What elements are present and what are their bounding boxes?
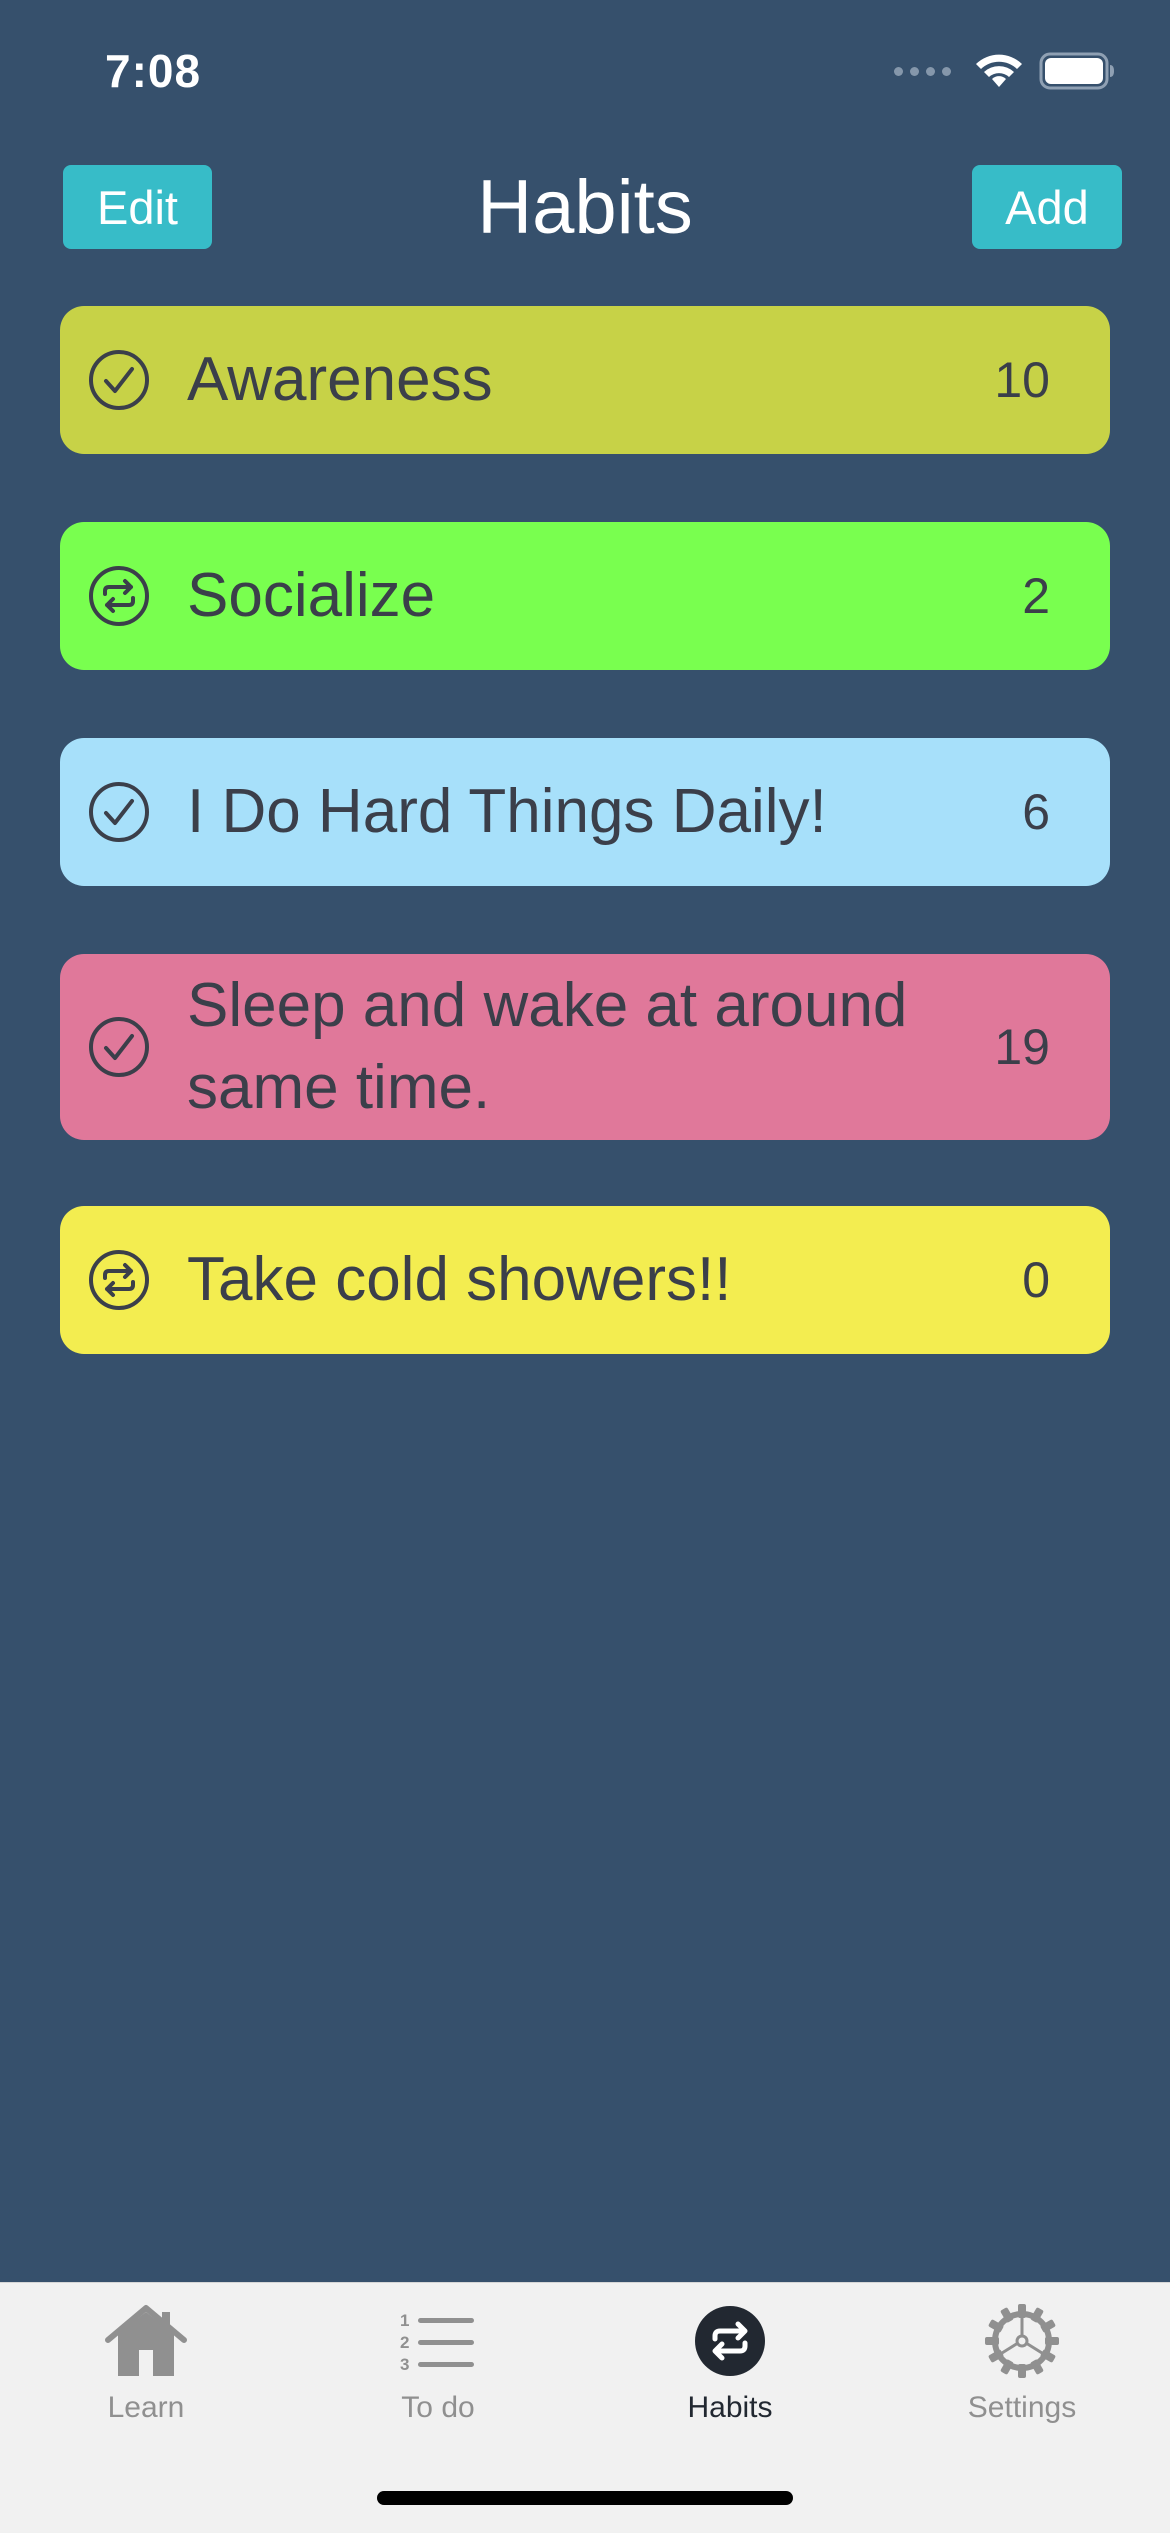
- wifi-icon: [976, 54, 1022, 87]
- habit-count: 2: [1022, 568, 1050, 624]
- numbered-list-icon: 1 2 3: [393, 2301, 483, 2381]
- habit-item-awareness[interactable]: Awareness 10: [60, 306, 1110, 454]
- habit-title: Sleep and wake at around same time.: [187, 971, 908, 1122]
- habit-item-socialize[interactable]: Socialize 2: [60, 522, 1110, 670]
- tab-label: Settings: [967, 2391, 1077, 2424]
- status-icons: [894, 52, 1115, 90]
- check-circle-icon[interactable]: [88, 349, 150, 411]
- habit-title: Socialize: [187, 561, 436, 630]
- gear-icon: [977, 2301, 1067, 2381]
- habit-item-hard-things[interactable]: I Do Hard Things Daily! 6: [60, 738, 1110, 886]
- cellular-signal-icon: [894, 66, 951, 76]
- tab-label: Habits: [687, 2391, 773, 2424]
- tab-learn[interactable]: Learn: [0, 2283, 292, 2443]
- habit-item-sleep[interactable]: Sleep and wake at around same time. 19: [60, 954, 1110, 1140]
- repeat-circle-icon[interactable]: [88, 565, 150, 627]
- svg-text:3: 3: [400, 2355, 409, 2374]
- habit-count: 19: [994, 1019, 1050, 1075]
- status-bar: 7:08: [0, 0, 1170, 150]
- tab-to-do[interactable]: 1 2 3 To do: [292, 2283, 584, 2443]
- tab-settings[interactable]: Settings: [876, 2283, 1168, 2443]
- house-icon: [101, 2301, 191, 2381]
- svg-text:1: 1: [400, 2311, 409, 2330]
- svg-text:2: 2: [400, 2333, 409, 2352]
- repeat-circle-icon[interactable]: [88, 1249, 150, 1311]
- habit-title: I Do Hard Things Daily!: [187, 777, 827, 846]
- navigation-header: Edit Habits Add: [0, 150, 1170, 270]
- check-circle-icon[interactable]: [88, 1016, 150, 1078]
- tab-habits[interactable]: Habits: [584, 2283, 876, 2443]
- status-time: 7:08: [105, 45, 202, 97]
- check-circle-icon[interactable]: [88, 781, 150, 843]
- habit-count: 0: [1022, 1252, 1050, 1308]
- habit-title: Take cold showers!!: [187, 1245, 732, 1314]
- habit-count: 6: [1022, 784, 1050, 840]
- habit-count: 10: [994, 352, 1050, 408]
- tab-label: To do: [401, 2391, 475, 2424]
- tab-label: Learn: [107, 2391, 185, 2424]
- edit-button[interactable]: Edit: [63, 165, 212, 249]
- add-button[interactable]: Add: [972, 165, 1122, 249]
- battery-icon: [1039, 52, 1114, 90]
- home-indicator[interactable]: [377, 2491, 793, 2505]
- habit-item-cold-showers[interactable]: Take cold showers!! 0: [60, 1206, 1110, 1354]
- habit-title: Awareness: [187, 345, 493, 414]
- repeat-circle-icon: [685, 2301, 775, 2381]
